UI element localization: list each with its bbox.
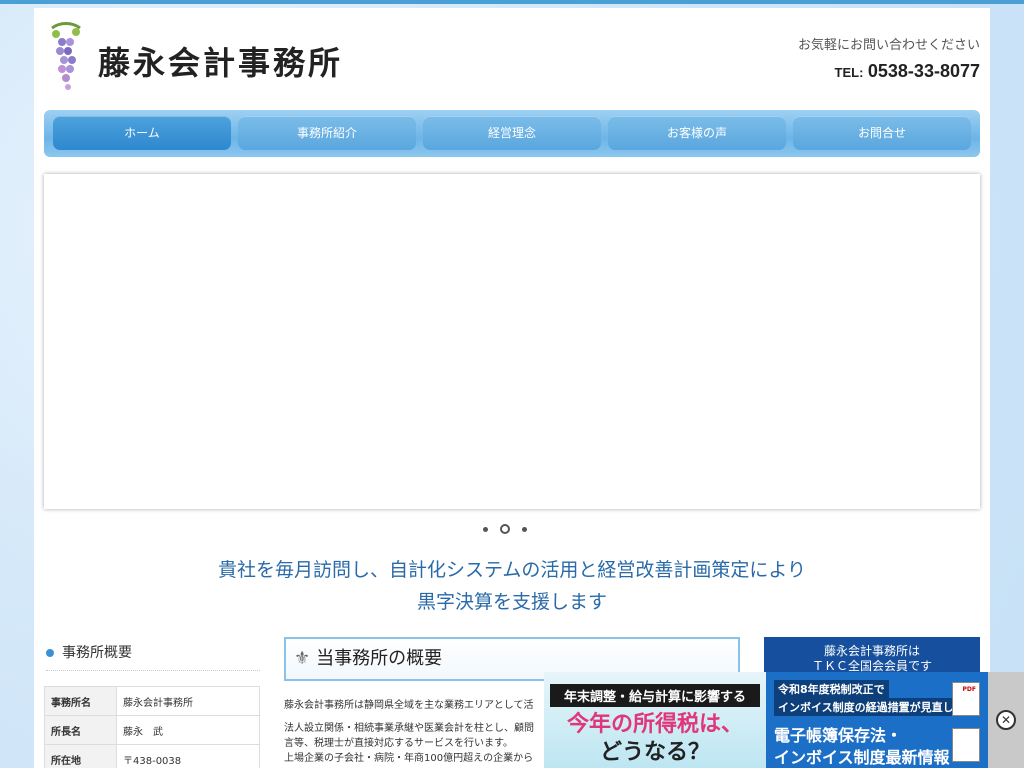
contact-block: お気軽にお問い合わせください TEL: 0538-33-8077	[798, 34, 980, 82]
office-info-table: 事務所名 藤永会計事務所 所長名 藤永 武 所在地 〒438-0038	[44, 686, 260, 768]
nav-item-testimonials[interactable]: お客様の声	[608, 116, 786, 150]
table-value: 藤永 武	[116, 715, 260, 745]
nav-item-office[interactable]: 事務所紹介	[238, 116, 416, 150]
slider-pagination	[483, 524, 527, 534]
section-heading-text: 当事務所の概要	[316, 648, 443, 669]
ad2-title2: インボイス制度最新情報	[774, 748, 950, 767]
table-row: 所在地 〒438-0038	[44, 744, 260, 768]
tel-number: 0538-33-8077	[867, 61, 980, 81]
office-overview-text: 藤永会計事務所は静岡県全域を主な業務エリアとして活 法人設立関係・相続事業承継や…	[284, 698, 546, 766]
nav-item-philosophy[interactable]: 経営理念	[423, 116, 601, 150]
tagline-line2: 黒字決算を支援します	[416, 591, 607, 613]
logo-text: 藤永会計事務所	[98, 44, 344, 82]
hero-slider[interactable]	[44, 174, 980, 509]
table-key: 所長名	[44, 715, 117, 745]
table-key: 事務所名	[44, 686, 117, 716]
slider-dot[interactable]	[522, 526, 527, 532]
sidebar-title: 事務所概要	[46, 642, 260, 671]
income-tax-ad[interactable]: 年末調整・給与計算に影響する 今年の所得税は、 どうなる？	[544, 672, 766, 768]
nav-item-home[interactable]: ホーム	[53, 116, 231, 150]
top-accent-bar	[0, 0, 1024, 4]
ad1-headline: 年末調整・給与計算に影響する	[550, 684, 760, 707]
fleur-de-lis-icon: ⚜	[294, 648, 311, 669]
tel-label: TEL:	[834, 65, 864, 80]
page-container: 藤永会計事務所 お気軽にお問い合わせください TEL: 0538-33-8077…	[34, 8, 990, 768]
nav-item-contact[interactable]: お問合せ	[793, 116, 971, 150]
tagline-line1: 貴社を毎月訪問し、自計化システムの活用と経営改善計画策定により	[217, 559, 807, 581]
close-icon[interactable]: ✕	[996, 710, 1016, 730]
slider-dot-active[interactable]	[500, 524, 510, 534]
contact-lead: お気軽にお問い合わせください	[797, 38, 980, 53]
slider-dot[interactable]	[483, 526, 488, 532]
site-logo[interactable]: 藤永会計事務所	[46, 20, 346, 98]
ad2-headline2: インボイス制度の経過措置が見直し	[774, 698, 958, 716]
table-value: 藤永会計事務所	[116, 686, 260, 716]
phone-number[interactable]: TEL: 0538-33-8077	[798, 61, 980, 82]
global-nav: ホーム 事務所紹介 経営理念 お客様の声 お問合せ	[44, 110, 980, 157]
overview-line: 言等、税理士が直接対応するサービスを行います。	[284, 738, 513, 749]
table-value: 〒438-0038	[116, 744, 260, 768]
table-row: 所長名 藤永 武	[44, 715, 260, 745]
invoice-system-ad[interactable]: 令和8年度税制改正で インボイス制度の経過措置が見直し 電子帳簿保存法・ インボ…	[766, 672, 988, 768]
banner-close-area: ✕	[988, 672, 1024, 768]
tkc-line1: 藤永会計事務所は	[823, 644, 920, 658]
table-row: 事務所名 藤永会計事務所	[44, 686, 260, 716]
overview-line: 法人設立関係・相続事業承継や医業会計を柱とし、顧問	[284, 723, 534, 734]
sidebar-title-text: 事務所概要	[62, 645, 132, 661]
overview-line: 上場企業の子会社・病院・年商100億円超えの企業から	[284, 753, 534, 764]
bullet-icon	[46, 649, 54, 657]
overview-paragraph: 藤永会計事務所は静岡県全域を主な業務エリアとして活	[284, 700, 534, 711]
document-icon	[952, 728, 980, 762]
wisteria-logo-icon	[51, 22, 81, 90]
ad1-subtitle: どうなる？	[599, 740, 710, 765]
pdf-label: PDF	[962, 686, 976, 693]
bottom-ad-banner: 年末調整・給与計算に影響する 今年の所得税は、 どうなる？ 令和8年度税制改正で…	[544, 672, 1024, 768]
table-key: 所在地	[44, 744, 117, 768]
ad2-title1: 電子帳簿保存法・	[774, 726, 903, 745]
ad2-headline1: 令和8年度税制改正で	[774, 680, 889, 698]
tagline: 貴社を毎月訪問し、自計化システムの活用と経営改善計画策定により 黒字決算を支援し…	[34, 554, 990, 618]
